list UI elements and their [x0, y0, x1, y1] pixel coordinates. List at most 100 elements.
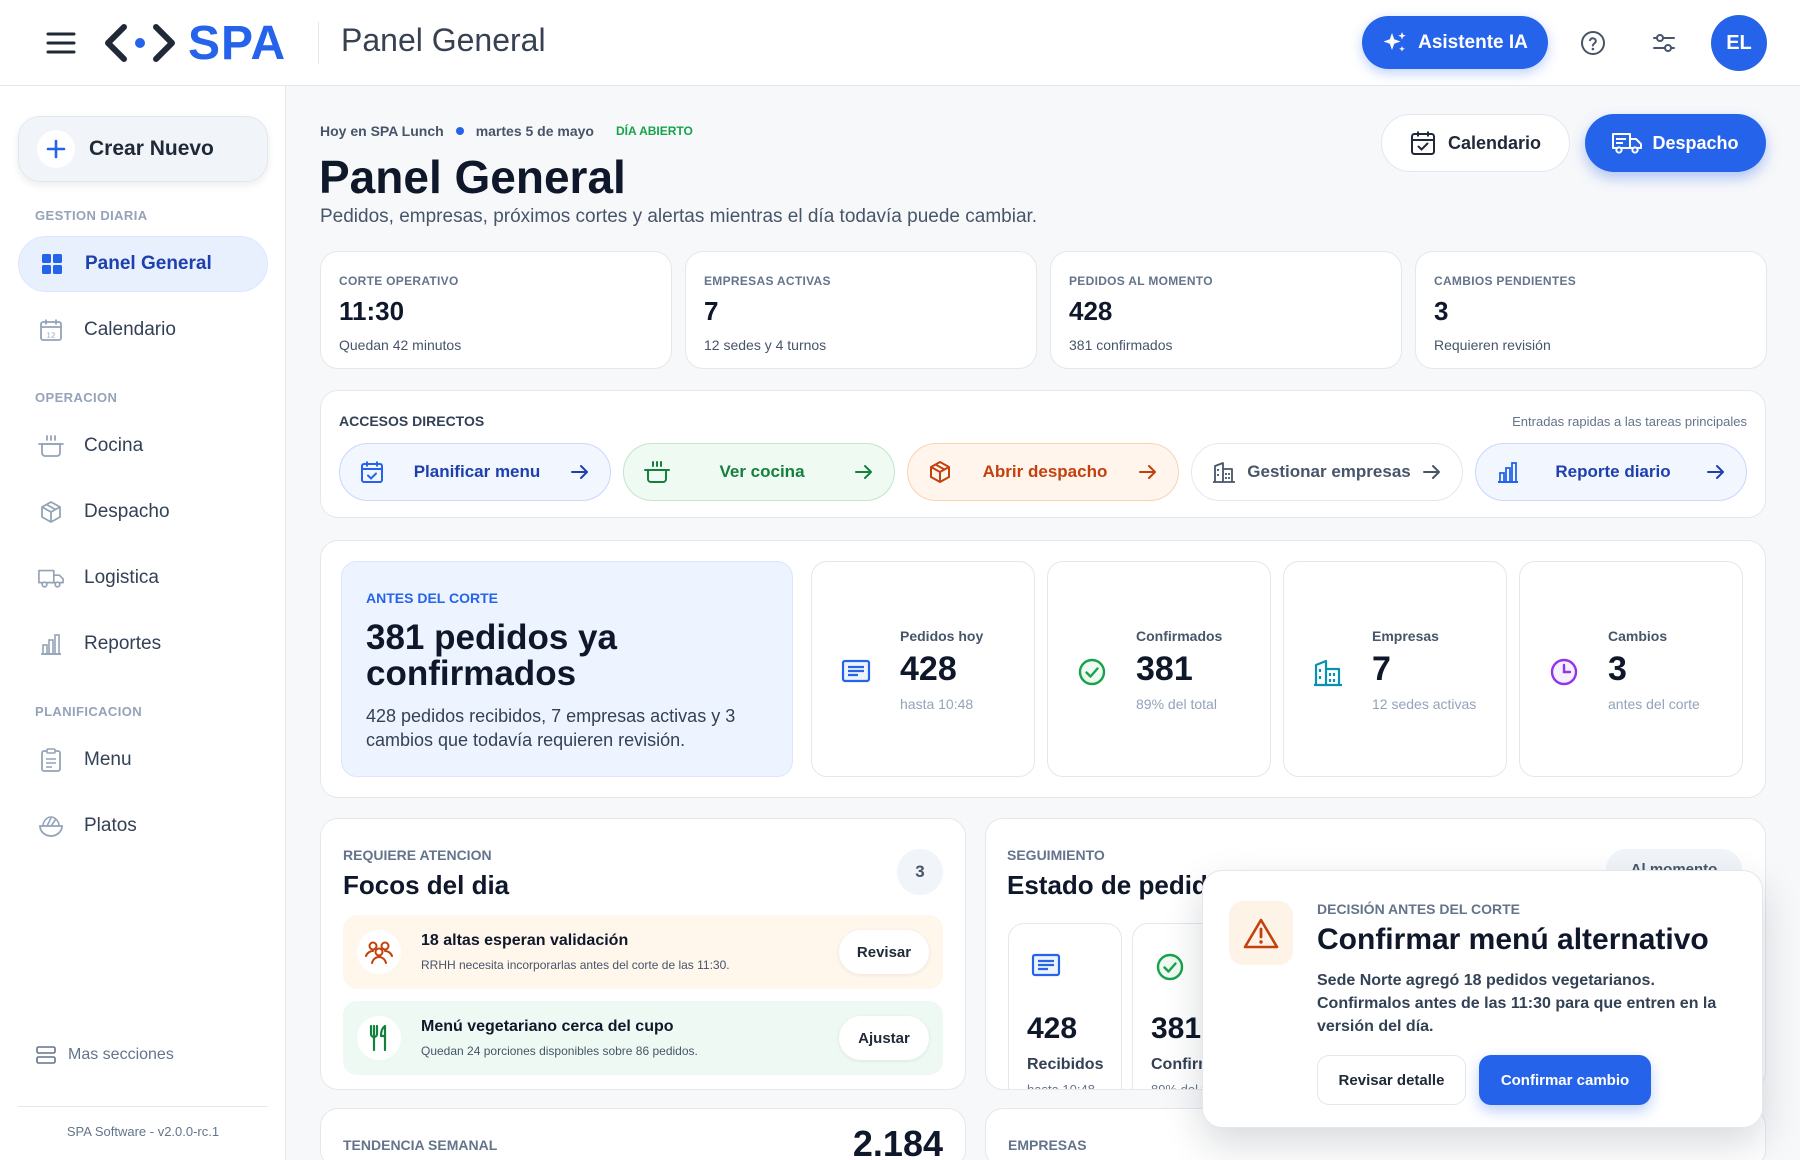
sidebar-item-label: Platos — [84, 815, 137, 836]
hamburger-menu-icon[interactable] — [40, 26, 82, 60]
shortcut-label: Abrir despacho — [982, 461, 1108, 481]
dispatch-button[interactable]: Despacho — [1585, 114, 1766, 172]
kpi-sub: Quedan 42 minutos — [339, 337, 462, 353]
summary-description: 428 pedidos recibidos, 7 empresas activa… — [366, 706, 736, 750]
pot-icon — [38, 433, 64, 459]
breadcrumb-place: Hoy en SPA Lunch — [320, 123, 444, 139]
focus-item-desc: Quedan 24 porciones disponibles sobre 86… — [421, 1044, 698, 1058]
arrow-right-icon — [570, 463, 590, 481]
create-new-label: Crear Nuevo — [89, 137, 214, 160]
ai-assistant-label: Asistente IA — [1418, 31, 1528, 53]
calendar-icon: 12 — [38, 317, 64, 343]
dispatch-button-label: Despacho — [1652, 132, 1739, 153]
shortcut-ver-cocina[interactable]: Ver cocina — [623, 443, 895, 501]
sidebar-item-label: Menu — [84, 749, 132, 770]
user-avatar[interactable]: EL — [1711, 15, 1767, 71]
focus-item-desc: RRHH necesita incorporarlas antes del co… — [421, 958, 730, 972]
tracking-card-recibidos: 428 Recibidos hasta 10:48 — [1008, 923, 1122, 1090]
stat-card-empresas: Empresas 7 12 sedes activas — [1283, 561, 1507, 777]
weekly-trend-panel: TENDENCIA SEMANAL 2.184 — [320, 1108, 966, 1160]
shortcut-gestionar-empresas[interactable]: Gestionar empresas — [1191, 443, 1463, 501]
header-divider — [318, 22, 319, 64]
sidebar-item-despacho[interactable]: Despacho — [18, 484, 268, 540]
sidebar-item-platos[interactable]: Platos — [18, 798, 268, 854]
arrow-right-icon — [854, 463, 874, 481]
stat-sub: 12 sedes activas — [1372, 696, 1477, 712]
sidebar-section-planificacion: PLANIFICACION — [35, 704, 143, 719]
stat-value: 3 — [1608, 650, 1627, 688]
users-icon — [357, 930, 401, 974]
sidebar-item-calendario[interactable]: 12 Calendario — [18, 302, 268, 358]
review-detail-button[interactable]: Revisar detalle — [1317, 1055, 1466, 1105]
message-list-icon — [836, 652, 876, 692]
shortcut-reporte-diario[interactable]: Reporte diario — [1475, 443, 1747, 501]
buildings-icon — [1308, 652, 1348, 692]
header-title: Panel General — [341, 22, 546, 58]
focus-panel: REQUIERE ATENCION Focos del dia 3 18 alt… — [320, 818, 966, 1090]
stat-sub: 89% del total — [1136, 696, 1217, 712]
shortcut-abrir-despacho[interactable]: Abrir despacho — [907, 443, 1179, 501]
focus-item-title: 18 altas esperan validación — [421, 932, 629, 949]
decision-title: Confirmar menú alternativo — [1317, 923, 1709, 956]
stat-sub: hasta 10:48 — [900, 696, 974, 712]
kpi-card-empresas: EMPRESAS ACTIVAS 7 12 sedes y 4 turnos — [685, 251, 1037, 369]
bar-chart-icon — [38, 631, 64, 657]
shortcut-label: Gestionar empresas — [1247, 461, 1411, 481]
message-list-icon — [1031, 952, 1061, 980]
sidebar-item-label: Cocina — [84, 435, 144, 456]
decision-popover: DECISIÓN ANTES DEL CORTE Confirmar menú … — [1202, 870, 1763, 1128]
stat-sub: antes del corte — [1608, 696, 1700, 712]
review-button[interactable]: Revisar — [839, 930, 929, 974]
sidebar-item-reportes[interactable]: Reportes — [18, 616, 268, 672]
sidebar: Crear Nuevo GESTION DIARIA Panel General… — [0, 86, 286, 1160]
svg-text:12: 12 — [47, 332, 56, 340]
day-status-badge: DÍA ABIERTO — [615, 124, 693, 138]
app-logo[interactable]: SPA — [104, 16, 286, 70]
kpi-sub: Requieren revisión — [1434, 337, 1551, 353]
fork-knife-icon — [357, 1016, 401, 1060]
calendar-check-icon — [1410, 130, 1436, 156]
stat-label: Cambios — [1608, 628, 1668, 644]
breadcrumb-date: martes 5 de mayo — [475, 123, 594, 139]
focus-item: Menú vegetariano cerca del cupo Quedan 2… — [343, 1001, 943, 1075]
shortcut-label: Ver cocina — [719, 461, 805, 481]
stat-label: Confirmados — [1136, 628, 1223, 644]
box-icon — [928, 460, 952, 484]
code-brackets-icon — [104, 21, 176, 65]
sidebar-item-panel-general[interactable]: Panel General — [18, 236, 268, 292]
stack-icon — [36, 1046, 56, 1064]
decision-label: DECISIÓN ANTES DEL CORTE — [1317, 901, 1521, 917]
stat-value: 7 — [1372, 650, 1391, 688]
settings-sliders-icon[interactable] — [1643, 22, 1685, 64]
tracking-item-sub: hasta 10:48 — [1027, 1082, 1095, 1090]
sidebar-item-cocina[interactable]: Cocina — [18, 418, 268, 474]
sidebar-item-label: Logistica — [84, 567, 159, 588]
arrow-right-icon — [1138, 463, 1158, 481]
tracking-value: 428 — [1027, 1012, 1078, 1045]
sidebar-item-logistica[interactable]: Logistica — [18, 550, 268, 606]
stat-value: 381 — [1136, 650, 1193, 688]
more-sections-button[interactable]: Mas secciones — [36, 1046, 174, 1064]
help-icon[interactable] — [1572, 22, 1614, 64]
create-new-button[interactable]: Crear Nuevo — [18, 116, 268, 182]
adjust-button[interactable]: Ajustar — [839, 1016, 929, 1060]
warning-icon — [1229, 901, 1293, 965]
summary-headline: 381 pedidos ya confirmados — [366, 618, 617, 693]
breadcrumb: Hoy en SPA Lunch martes 5 de mayo DÍA AB… — [320, 123, 693, 139]
arrow-right-icon — [1422, 463, 1442, 481]
page-subtitle: Pedidos, empresas, próximos cortes y ale… — [320, 206, 1038, 227]
sidebar-item-label: Panel General — [85, 253, 212, 274]
tracking-item-label: Recibidos — [1027, 1056, 1104, 1073]
ai-assistant-button[interactable]: Asistente IA — [1362, 16, 1548, 69]
sidebar-item-menu[interactable]: Menu — [18, 732, 268, 788]
page-title: Panel General — [319, 151, 626, 203]
kpi-label: CAMBIOS PENDIENTES — [1434, 274, 1577, 288]
shortcut-planificar-menu[interactable]: Planificar menu — [339, 443, 611, 501]
kpi-sub: 381 confirmados — [1069, 337, 1173, 353]
confirm-change-button[interactable]: Confirmar cambio — [1479, 1055, 1651, 1105]
calendar-button[interactable]: Calendario — [1381, 114, 1570, 172]
stat-label: Pedidos hoy — [900, 628, 984, 644]
bar-chart-icon — [1496, 460, 1520, 484]
box-icon — [38, 499, 64, 525]
shortcuts-hint: Entradas rapidas a las tareas principale… — [1512, 414, 1747, 429]
